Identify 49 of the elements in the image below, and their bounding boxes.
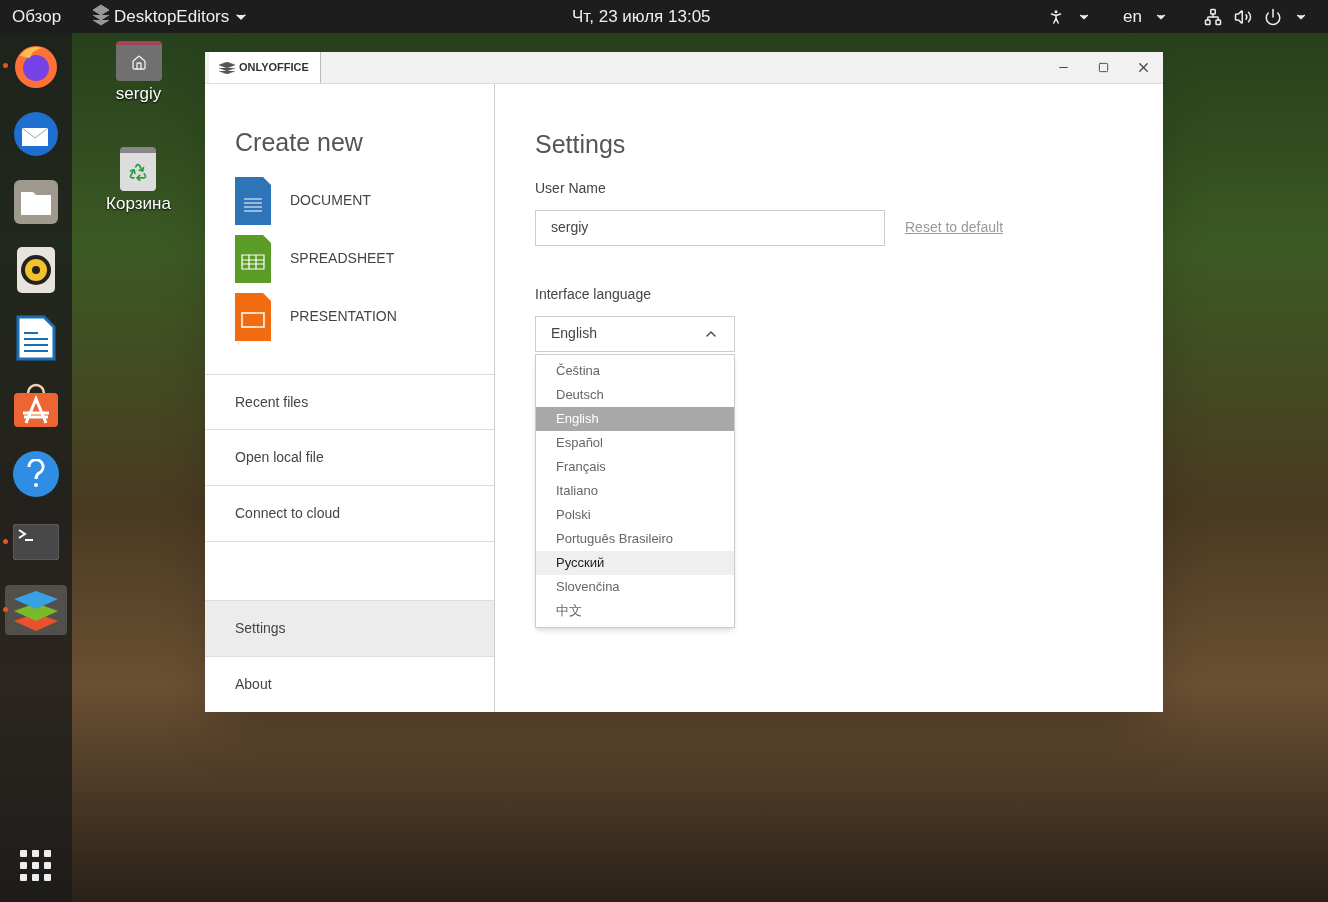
trash-icon (120, 146, 157, 191)
speaker-icon (17, 247, 55, 293)
language-option[interactable]: Português Brasileiro (536, 526, 734, 551)
nav-item[interactable]: Connect to cloud (205, 486, 494, 542)
keyboard-layout[interactable]: en (1123, 3, 1142, 30)
nav-item[interactable]: About (205, 656, 494, 712)
create-item[interactable]: PRESENTATION (235, 287, 494, 346)
desktop-icon-label[interactable]: sergiy (115, 81, 162, 107)
user-name-field[interactable]: sergiy (535, 209, 885, 246)
bird-envelope-icon (12, 110, 60, 158)
power-icon[interactable] (1264, 7, 1282, 26)
layers-icon (219, 61, 235, 74)
language-option[interactable]: Polski (536, 502, 734, 527)
clock[interactable]: Чт, 23 июля 13:05 (572, 3, 812, 30)
maximize-icon (1097, 62, 1109, 73)
folder-icon (13, 179, 59, 225)
language-option[interactable]: Slovenčina (536, 574, 734, 599)
slides-file-icon (235, 292, 271, 341)
home-folder-icon (115, 41, 162, 81)
doc-file-icon (235, 176, 271, 225)
nav-item[interactable]: Recent files (205, 374, 494, 430)
language-option[interactable]: Español (536, 430, 734, 455)
create-item[interactable]: SPREADSHEET (235, 229, 494, 288)
activities-button[interactable]: Обзор (12, 3, 92, 30)
page-title: Settings (535, 129, 627, 160)
terminal-icon (13, 524, 59, 560)
document-icon (16, 315, 56, 361)
language-option[interactable]: 中文 (536, 598, 734, 623)
network-icon[interactable] (1204, 7, 1222, 26)
app-grid-icon[interactable] (20, 850, 52, 882)
help-icon (13, 451, 59, 497)
nav-item[interactable]: Open local file (205, 430, 494, 486)
create-item[interactable]: DOCUMENT (235, 171, 494, 230)
language-option[interactable]: Русский (536, 550, 734, 575)
language-option[interactable]: Čeština (536, 358, 734, 383)
language-option[interactable]: Italiano (536, 478, 734, 503)
language-option[interactable]: Deutsch (536, 382, 734, 407)
app-tab[interactable]: ONLYOFFICE (209, 52, 321, 83)
shopping-bag-icon (13, 383, 59, 429)
field-label: User Name (535, 178, 607, 198)
desktop-icon-label[interactable]: Корзина (106, 190, 171, 216)
section-title: Create new (235, 127, 364, 158)
volume-icon[interactable] (1234, 7, 1252, 26)
language-dropdown[interactable]: English (535, 315, 735, 352)
nav-item[interactable]: Settings (205, 600, 494, 656)
language-option[interactable]: Français (536, 454, 734, 479)
field-label: Interface language (535, 284, 652, 304)
app-menu[interactable]: DesktopEditors (114, 3, 230, 30)
sheet-file-icon (235, 234, 271, 283)
